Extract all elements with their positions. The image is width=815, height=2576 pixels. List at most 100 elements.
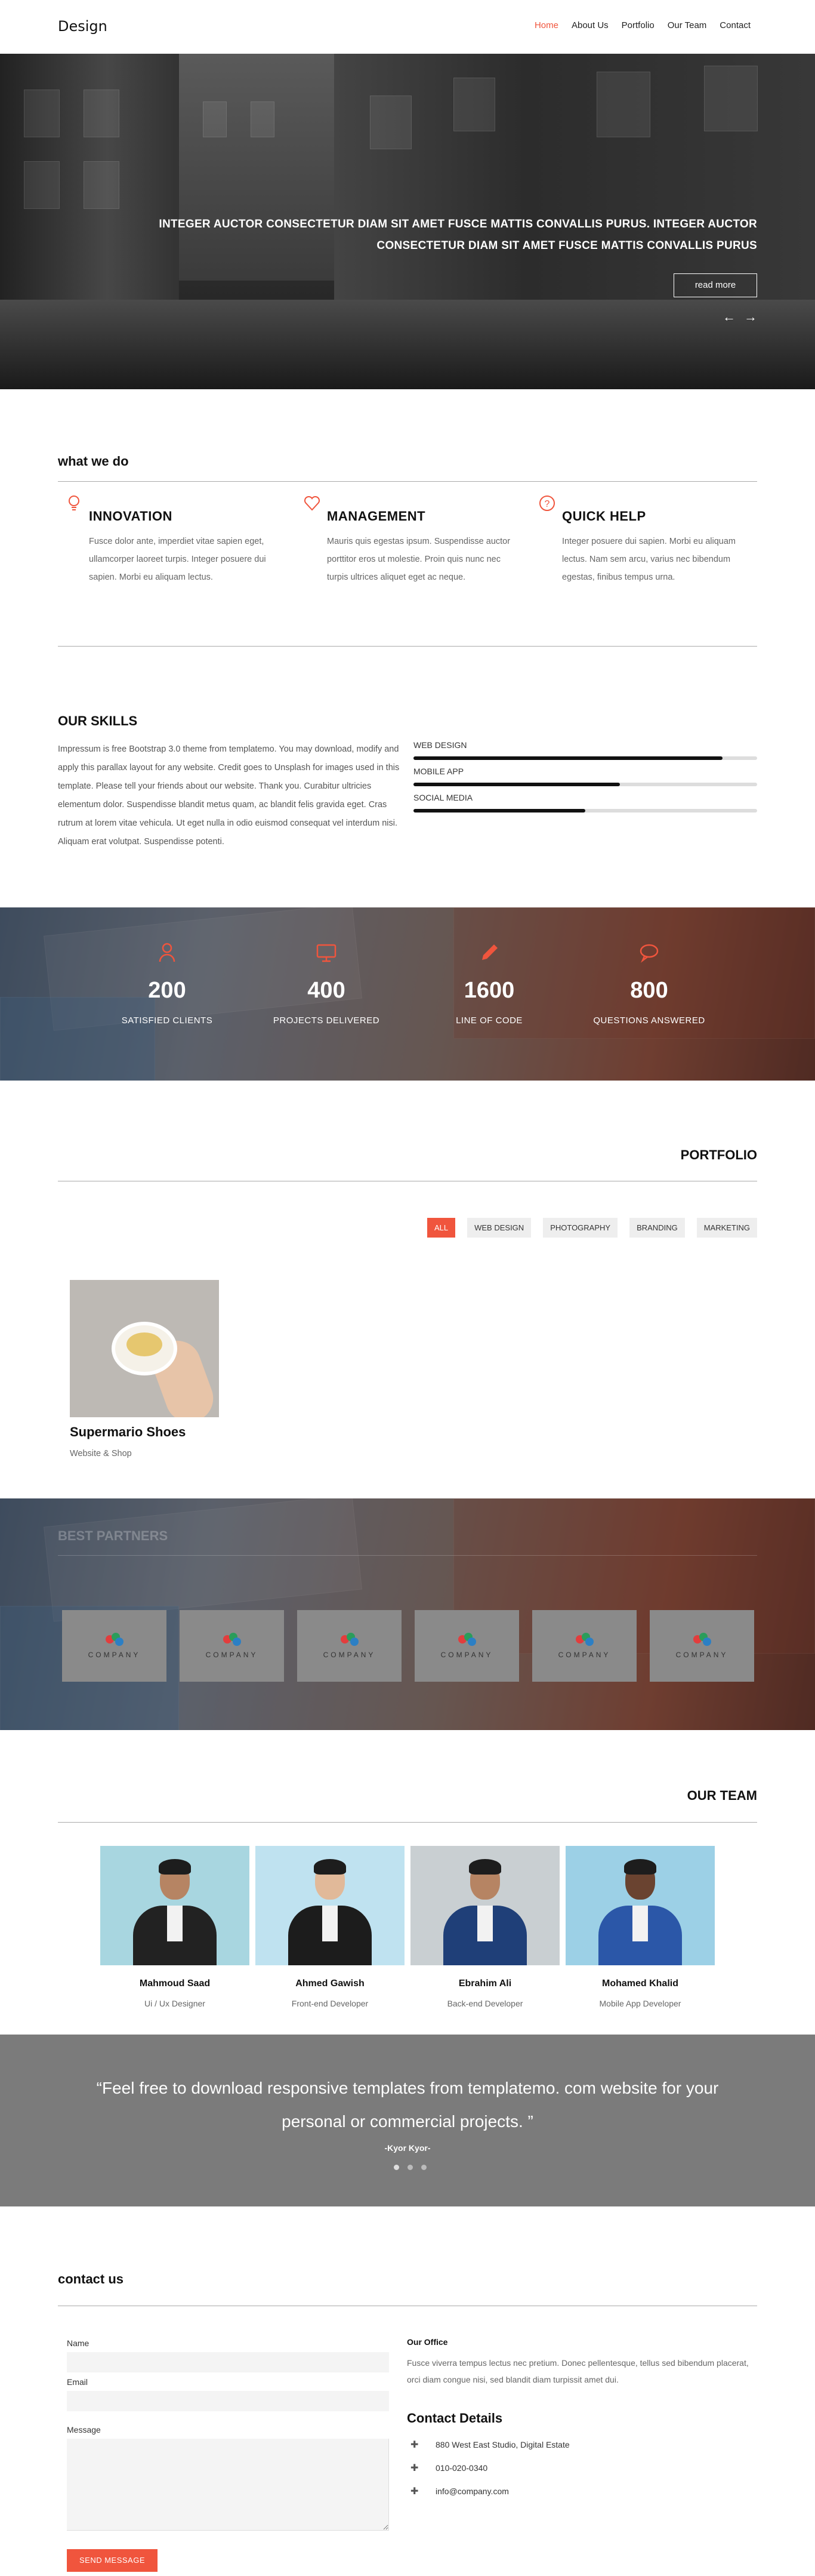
section-divider bbox=[58, 481, 757, 482]
message-label: Message bbox=[67, 2425, 101, 2435]
nav-item-contact[interactable]: Contact bbox=[720, 20, 751, 30]
company-logo-icon bbox=[458, 1633, 476, 1646]
filter-branding[interactable]: BRANDING bbox=[629, 1218, 685, 1238]
hair-shape bbox=[624, 1859, 656, 1875]
pager-dot[interactable] bbox=[407, 2165, 413, 2170]
skill-track bbox=[413, 783, 757, 786]
partners-title: BEST PARTNERS bbox=[58, 1528, 168, 1543]
mail-icon: ✚ bbox=[410, 2486, 419, 2497]
service-text: Integer posuere dui sapien. Morbi eu ali… bbox=[562, 537, 736, 582]
skill-bar-mobile-app: MOBILE APP bbox=[413, 767, 757, 786]
arrow-right-icon[interactable]: → bbox=[744, 309, 757, 325]
phone-icon: ✚ bbox=[410, 2463, 419, 2473]
team-member: Ebrahim Ali Back-end Developer bbox=[410, 1846, 560, 2008]
member-role: Back-end Developer bbox=[447, 1999, 523, 2008]
service-text: Fusce dolor ante, imperdiet vitae sapien… bbox=[89, 537, 266, 582]
filter-all[interactable]: ALL bbox=[427, 1218, 456, 1238]
filter-marketing[interactable]: MARKETING bbox=[696, 1218, 757, 1238]
team-member: Ahmed Gawish Front-end Developer bbox=[255, 1846, 405, 2008]
site-logo[interactable]: Design bbox=[58, 18, 107, 35]
member-photo bbox=[255, 1846, 405, 1965]
nav-item-home[interactable]: Home bbox=[535, 20, 558, 30]
portfolio-item-title[interactable]: Supermario Shoes bbox=[70, 1424, 186, 1440]
read-more-button[interactable]: read more bbox=[674, 273, 757, 297]
filter-photography[interactable]: PHOTOGRAPHY bbox=[543, 1218, 618, 1238]
section-divider bbox=[58, 1555, 757, 1556]
team-member: Mohamed Khalid Mobile App Developer bbox=[566, 1846, 715, 2008]
email-input[interactable] bbox=[67, 2391, 389, 2411]
section-divider bbox=[58, 646, 757, 647]
question-icon: ? bbox=[538, 494, 556, 512]
shirt-shape bbox=[322, 1906, 338, 1941]
service-title: MANAGEMENT bbox=[327, 509, 426, 524]
hero-slider: INTEGER AUCTOR CONSECTETUR DIAM SIT AMET… bbox=[0, 54, 815, 389]
send-message-button[interactable]: SEND MESSAGE bbox=[67, 2549, 158, 2572]
nav-item-about-us[interactable]: About Us bbox=[572, 20, 609, 30]
member-role: Front-end Developer bbox=[291, 1999, 369, 2008]
contact-detail-address: ✚ 880 West East Studio, Digital Estate bbox=[410, 2439, 570, 2451]
top-navbar: Design Home About Us Portfolio Our Team … bbox=[0, 0, 815, 54]
lemon-shape bbox=[126, 1332, 162, 1356]
skill-bar-web-design: WEB DESIGN bbox=[413, 740, 757, 760]
stat-value: 400 bbox=[307, 978, 345, 1003]
hero-window bbox=[370, 96, 412, 149]
filter-web-design[interactable]: WEB DESIGN bbox=[467, 1218, 532, 1238]
name-field[interactable] bbox=[67, 2352, 389, 2372]
hero-window bbox=[704, 66, 758, 131]
message-field[interactable] bbox=[67, 2439, 389, 2531]
pager-dot[interactable] bbox=[421, 2165, 427, 2170]
company-name: COMPANY bbox=[675, 1651, 728, 1659]
partner-logo[interactable]: COMPANY bbox=[532, 1610, 637, 1682]
portfolio-filters: ALL WEB DESIGN PHOTOGRAPHY BRANDING MARK… bbox=[427, 1218, 757, 1238]
member-photo bbox=[410, 1846, 560, 1965]
hero-window bbox=[203, 101, 227, 137]
office-title: Our Office bbox=[407, 2337, 448, 2347]
partner-logo[interactable]: COMPANY bbox=[297, 1610, 402, 1682]
heart-icon bbox=[303, 494, 321, 512]
skill-fill bbox=[413, 783, 620, 786]
company-logo-icon bbox=[693, 1633, 711, 1646]
skill-fill bbox=[413, 756, 723, 760]
partner-logo[interactable]: COMPANY bbox=[650, 1610, 754, 1682]
email-field[interactable] bbox=[67, 2391, 389, 2411]
skill-bar-social-media: SOCIAL MEDIA bbox=[413, 793, 757, 812]
company-logo-icon bbox=[340, 1633, 359, 1646]
hero-window bbox=[84, 161, 119, 209]
arrow-left-icon[interactable]: ← bbox=[723, 309, 736, 325]
skill-label: MOBILE APP bbox=[413, 767, 464, 776]
member-name: Mohamed Khalid bbox=[601, 1978, 678, 1989]
member-photo bbox=[100, 1846, 249, 1965]
partner-logo[interactable]: COMPANY bbox=[62, 1610, 166, 1682]
testimonial-pager bbox=[394, 2165, 427, 2170]
phone-text: 010-020-0340 bbox=[436, 2463, 488, 2473]
stat-value: 200 bbox=[148, 978, 186, 1003]
location-icon: ✚ bbox=[410, 2440, 419, 2450]
message-textarea[interactable] bbox=[67, 2439, 388, 2530]
portfolio-item-image[interactable] bbox=[70, 1280, 219, 1417]
partner-logo[interactable]: COMPANY bbox=[180, 1610, 284, 1682]
member-role: Ui / Ux Designer bbox=[144, 1999, 205, 2008]
user-icon bbox=[78, 942, 257, 966]
stat-label: LINE OF CODE bbox=[456, 1015, 523, 1026]
team-member: Mahmoud Saad Ui / Ux Designer bbox=[100, 1846, 249, 2008]
nav-item-our-team[interactable]: Our Team bbox=[668, 20, 707, 30]
partner-logo[interactable]: COMPANY bbox=[415, 1610, 519, 1682]
company-logo-icon bbox=[575, 1633, 594, 1646]
address-text: 880 West East Studio, Digital Estate bbox=[436, 2440, 570, 2449]
email-text[interactable]: info@company.com bbox=[436, 2486, 509, 2496]
shirt-shape bbox=[167, 1906, 183, 1941]
section-divider bbox=[58, 1822, 757, 1823]
hero-window bbox=[597, 72, 650, 137]
email-label: Email bbox=[67, 2377, 88, 2387]
nav-item-portfolio[interactable]: Portfolio bbox=[622, 20, 655, 30]
testimonial-section: “Feel free to download responsive templa… bbox=[0, 2035, 815, 2206]
skills-title: OUR SKILLS bbox=[58, 713, 138, 728]
stat-value: 1600 bbox=[464, 978, 515, 1003]
portfolio-title: PORTFOLIO bbox=[680, 1147, 757, 1162]
name-input[interactable] bbox=[67, 2352, 389, 2372]
member-name: Ebrahim Ali bbox=[458, 1978, 512, 1989]
service-title: INNOVATION bbox=[89, 509, 172, 524]
skill-label: WEB DESIGN bbox=[413, 740, 467, 750]
stat-satisfied-clients: 200 SATISFIED CLIENTS bbox=[78, 942, 257, 1026]
pager-dot[interactable] bbox=[394, 2165, 399, 2170]
